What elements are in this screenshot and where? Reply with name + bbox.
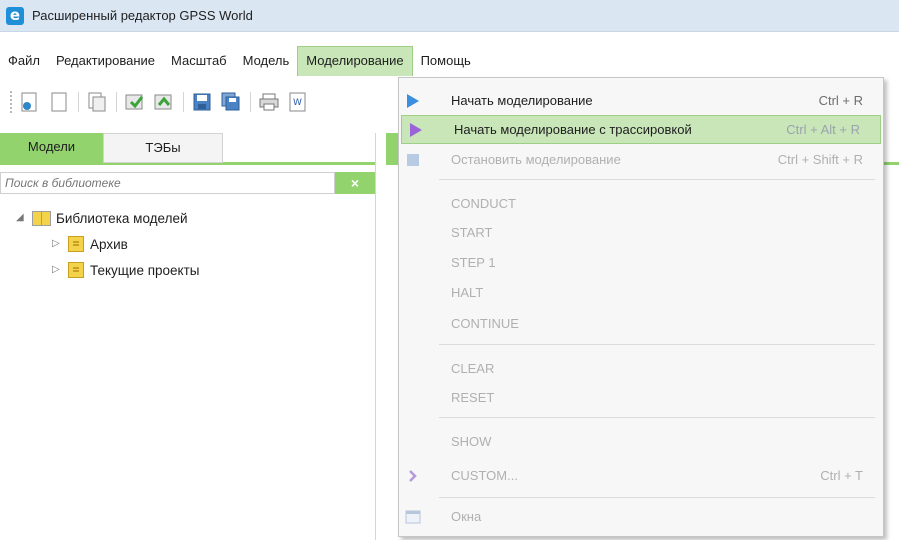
menu-model[interactable]: Модель [235, 46, 298, 76]
toolbar-separator [250, 92, 251, 112]
copy-icon[interactable] [86, 91, 108, 113]
menu-item-halt[interactable]: HALT [399, 278, 883, 307]
menu-item-clear[interactable]: CLEAR [399, 354, 883, 383]
menu-item-windows[interactable]: Окна [399, 502, 883, 531]
book-icon [32, 210, 51, 226]
library-tabs: Модели ТЭБы [0, 133, 375, 165]
toolbar-separator [78, 92, 79, 112]
menu-item-reset[interactable]: RESET [399, 383, 883, 412]
title-bar: e Расширенный редактор GPSS World [0, 0, 899, 32]
tree-item-label: Архив [90, 236, 128, 252]
toolbar: W [0, 86, 400, 118]
chevron-right-icon [405, 468, 421, 484]
menu-zoom[interactable]: Масштаб [163, 46, 235, 76]
menu-help[interactable]: Помощь [413, 46, 479, 76]
collapsed-triangle-icon[interactable]: ▷ [52, 239, 62, 249]
menu-item-continue[interactable]: CONTINUE [399, 309, 883, 338]
tree-item-current-projects[interactable]: ▷ Текущие проекты [0, 257, 375, 283]
menu-item-stop-simulation[interactable]: Остановить моделирование Ctrl + Shift + … [399, 145, 883, 174]
menu-bar: Файл Редактирование Масштаб Модель Модел… [0, 45, 899, 77]
library-search: × [0, 172, 375, 194]
model-library-tree: ◢ Библиотека моделей ▷ Архив ▷ Текущие п… [0, 205, 375, 283]
simulation-menu-dropdown: Начать моделирование Ctrl + R Начать мод… [398, 77, 884, 537]
play-blue-icon [405, 93, 421, 109]
blank-icon[interactable] [48, 91, 70, 113]
play-purple-icon [408, 122, 424, 138]
tab-models[interactable]: Модели [0, 133, 103, 163]
tree-item-library[interactable]: ◢ Библиотека моделей [0, 205, 375, 231]
collapsed-triangle-icon[interactable]: ▷ [52, 265, 62, 275]
menu-separator [439, 179, 875, 180]
stop-icon [405, 152, 421, 168]
tab-teb[interactable]: ТЭБы [103, 133, 223, 163]
menu-item-start-simulation-trace[interactable]: Начать моделирование с трассировкой Ctrl… [401, 115, 881, 144]
tree-item-label: Библиотека моделей [56, 210, 188, 226]
menu-simulation[interactable]: Моделирование [297, 46, 413, 76]
menu-separator [439, 497, 875, 498]
new-model-icon[interactable] [19, 91, 41, 113]
menu-item-start[interactable]: START [399, 218, 883, 247]
panel-splitter[interactable] [375, 133, 376, 540]
export-icon[interactable] [153, 91, 175, 113]
import-icon[interactable] [124, 91, 146, 113]
window-icon [405, 509, 421, 525]
library-search-input[interactable] [0, 172, 335, 194]
word-icon[interactable]: W [287, 91, 309, 113]
menu-separator [439, 417, 875, 418]
menu-item-step1[interactable]: STEP 1 [399, 248, 883, 277]
toolbar-separator [116, 92, 117, 112]
folder-icon [68, 262, 84, 278]
menu-edit[interactable]: Редактирование [48, 46, 163, 76]
menu-separator [439, 344, 875, 345]
app-logo-icon: e [6, 6, 24, 25]
tree-item-label: Текущие проекты [90, 262, 200, 278]
save-icon[interactable] [191, 91, 213, 113]
menu-item-start-simulation[interactable]: Начать моделирование Ctrl + R [399, 86, 883, 115]
search-clear-button[interactable]: × [335, 172, 375, 194]
menu-item-show[interactable]: SHOW [399, 427, 883, 456]
toolbar-separator [183, 92, 184, 112]
window-title: Расширенный редактор GPSS World [32, 8, 253, 23]
menu-file[interactable]: Файл [0, 46, 48, 76]
folder-icon [68, 236, 84, 252]
menu-item-custom[interactable]: CUSTOM... Ctrl + T [399, 461, 883, 490]
toolbar-grip[interactable] [10, 91, 13, 113]
save-all-icon[interactable] [220, 91, 242, 113]
expanded-triangle-icon[interactable]: ◢ [16, 213, 26, 223]
svg-text:W: W [293, 98, 302, 108]
tree-item-archive[interactable]: ▷ Архив [0, 231, 375, 257]
menu-item-conduct[interactable]: CONDUCT [399, 189, 883, 218]
print-icon[interactable] [258, 91, 280, 113]
